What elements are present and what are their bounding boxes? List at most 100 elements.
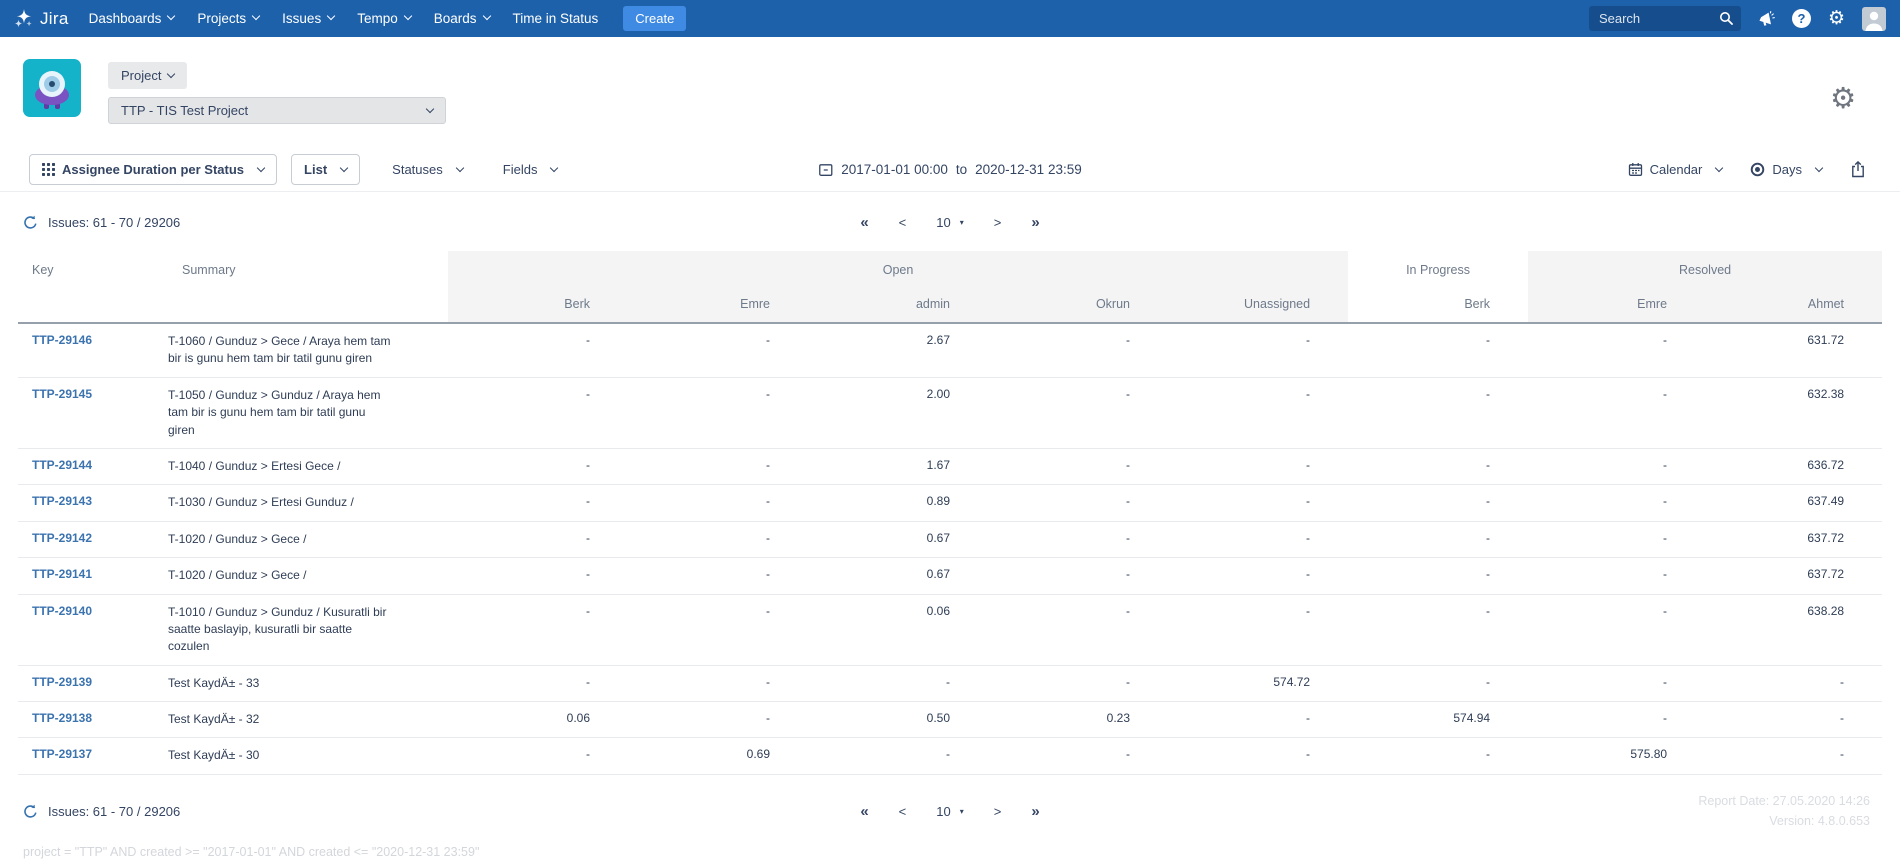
calendar-type-dropdown[interactable]: Calendar	[1628, 162, 1723, 177]
duration-cell: -	[1168, 738, 1348, 774]
issue-key-cell: TTP-29143	[18, 485, 168, 521]
settings-gear-icon[interactable]: ⚙	[1828, 9, 1845, 28]
issue-key-link[interactable]: TTP-29138	[32, 711, 92, 725]
project-select[interactable]: TTP - TIS Test Project	[108, 97, 446, 124]
duration-cell: -	[448, 377, 628, 448]
page-last-button[interactable]: »	[1031, 803, 1039, 820]
issue-key-link[interactable]: TTP-29140	[32, 604, 92, 618]
nav-item-label: Projects	[197, 11, 246, 26]
issue-key-cell: TTP-29145	[18, 377, 168, 448]
issue-summary: Test KaydÄ± - 33	[168, 675, 259, 692]
create-button[interactable]: Create	[623, 6, 686, 31]
assignee-column-header-resolved-ahmet: Ahmet	[1705, 287, 1882, 323]
issue-key-link[interactable]: TTP-29146	[32, 333, 92, 347]
issue-key-link[interactable]: TTP-29137	[32, 747, 92, 761]
duration-cell: 574.72	[1168, 665, 1348, 701]
duration-cell: -	[628, 702, 808, 738]
refresh-icon[interactable]	[23, 215, 38, 230]
duration-cell: -	[1528, 521, 1705, 557]
page-next-button[interactable]: >	[994, 804, 1002, 819]
key-column-header: Key	[18, 251, 168, 287]
issue-key-link[interactable]: TTP-29144	[32, 458, 92, 472]
issue-summary: T-1020 / Gunduz > Gece /	[168, 531, 306, 548]
assignee-column-header-resolved-emre: Emre	[1528, 287, 1705, 323]
page-size-select[interactable]: 10 ▾	[936, 804, 963, 819]
calendar-range-icon	[818, 162, 833, 177]
page-first-button[interactable]: «	[860, 214, 868, 231]
announcement-icon[interactable]	[1758, 11, 1775, 27]
project-scope-button[interactable]: Project	[108, 62, 187, 89]
duration-cell: -	[1168, 558, 1348, 594]
issue-summary: T-1010 / Gunduz > Gunduz / Kusuratli bir…	[168, 604, 393, 656]
date-to: 2020-12-31 23:59	[975, 162, 1082, 177]
duration-cell: 637.72	[1705, 558, 1882, 594]
nav-item-tempo[interactable]: Tempo	[357, 11, 411, 26]
search-icon[interactable]	[1719, 11, 1733, 30]
duration-cell: -	[448, 323, 628, 377]
top-count-row: Issues: 61 - 70 / 29206 « < 10 ▾ > »	[0, 205, 1900, 239]
report-table: KeySummaryOpenIn ProgressResolvedBerkEmr…	[18, 251, 1882, 775]
assignee-column-header-open-emre: Emre	[628, 287, 808, 323]
issues-count-label: Issues: 61 - 70 / 29206	[48, 215, 180, 230]
duration-cell: -	[628, 323, 808, 377]
project-select-value: TTP - TIS Test Project	[121, 103, 248, 118]
nav-item-issues[interactable]: Issues	[282, 11, 334, 26]
project-header: Project TTP - TIS Test Project ⚙	[0, 37, 1900, 148]
issue-summary-cell: T-1020 / Gunduz > Gece /	[168, 521, 448, 557]
nav-item-label: Tempo	[357, 11, 398, 26]
issue-key-link[interactable]: TTP-29139	[32, 675, 92, 689]
issue-key-link[interactable]: TTP-29143	[32, 494, 92, 508]
view-mode-button[interactable]: List	[291, 154, 360, 185]
issue-summary-cell: T-1010 / Gunduz > Gunduz / Kusuratli bir…	[168, 594, 448, 665]
jira-logo-icon	[14, 9, 34, 29]
duration-cell: -	[808, 738, 988, 774]
table-row: TTP-29137Test KaydÄ± - 30-0.69----575.80…	[18, 738, 1882, 774]
issue-key-link[interactable]: TTP-29145	[32, 387, 92, 401]
nav-item-time-in-status[interactable]: Time in Status	[513, 11, 599, 26]
page-next-button[interactable]: >	[994, 215, 1002, 230]
issue-summary: Test KaydÄ± - 30	[168, 747, 259, 764]
nav-item-projects[interactable]: Projects	[197, 11, 259, 26]
issue-key-cell: TTP-29140	[18, 594, 168, 665]
issue-key-cell: TTP-29141	[18, 558, 168, 594]
duration-cell: -	[1705, 738, 1882, 774]
report-type-button[interactable]: Assignee Duration per Status	[29, 154, 277, 185]
issue-key-cell: TTP-29144	[18, 448, 168, 484]
page-prev-button[interactable]: <	[899, 215, 907, 230]
duration-cell: 0.06	[808, 594, 988, 665]
export-icon[interactable]	[1850, 161, 1866, 178]
top-navbar: Jira Dashboards Projects Issues Tempo Boards…	[0, 0, 1900, 37]
duration-cell: -	[1168, 485, 1348, 521]
chevron-down-icon	[403, 12, 411, 20]
table-row: TTP-29146T-1060 / Gunduz > Gece / Araya …	[18, 323, 1882, 377]
duration-cell: -	[1168, 594, 1348, 665]
pagination-bottom: « < 10 ▾ > »	[860, 803, 1039, 820]
page-size-select[interactable]: 10 ▾	[936, 215, 963, 230]
issue-key-link[interactable]: TTP-29142	[32, 531, 92, 545]
duration-cell: -	[1348, 323, 1528, 377]
duration-cell: -	[628, 665, 808, 701]
statuses-dropdown[interactable]: Statuses	[392, 162, 463, 177]
date-range-picker[interactable]: 2017-01-01 00:00 to 2020-12-31 23:59	[818, 162, 1081, 177]
help-icon[interactable]: ?	[1792, 9, 1811, 28]
page-last-button[interactable]: »	[1031, 214, 1039, 231]
duration-cell: -	[988, 485, 1168, 521]
page-first-button[interactable]: «	[860, 803, 868, 820]
page-settings-gear-icon[interactable]: ⚙	[1830, 85, 1856, 114]
duration-cell: 632.38	[1705, 377, 1882, 448]
fields-dropdown[interactable]: Fields	[503, 162, 558, 177]
nav-item-dashboards[interactable]: Dashboards	[89, 11, 175, 26]
nav-item-boards[interactable]: Boards	[434, 11, 490, 26]
duration-cell: 0.67	[808, 521, 988, 557]
status-group-header-in-progress: In Progress	[1348, 251, 1528, 287]
unit-dropdown[interactable]: Days	[1750, 162, 1822, 177]
issue-key-link[interactable]: TTP-29141	[32, 567, 92, 581]
duration-cell: 637.72	[1705, 521, 1882, 557]
issue-key-cell: TTP-29146	[18, 323, 168, 377]
refresh-icon[interactable]	[23, 804, 38, 819]
jira-logo[interactable]: Jira	[14, 9, 69, 29]
user-avatar[interactable]	[1862, 7, 1886, 31]
page-prev-button[interactable]: <	[899, 804, 907, 819]
filter-toolbar: Assignee Duration per Status List Status…	[0, 148, 1900, 192]
duration-cell: -	[988, 377, 1168, 448]
